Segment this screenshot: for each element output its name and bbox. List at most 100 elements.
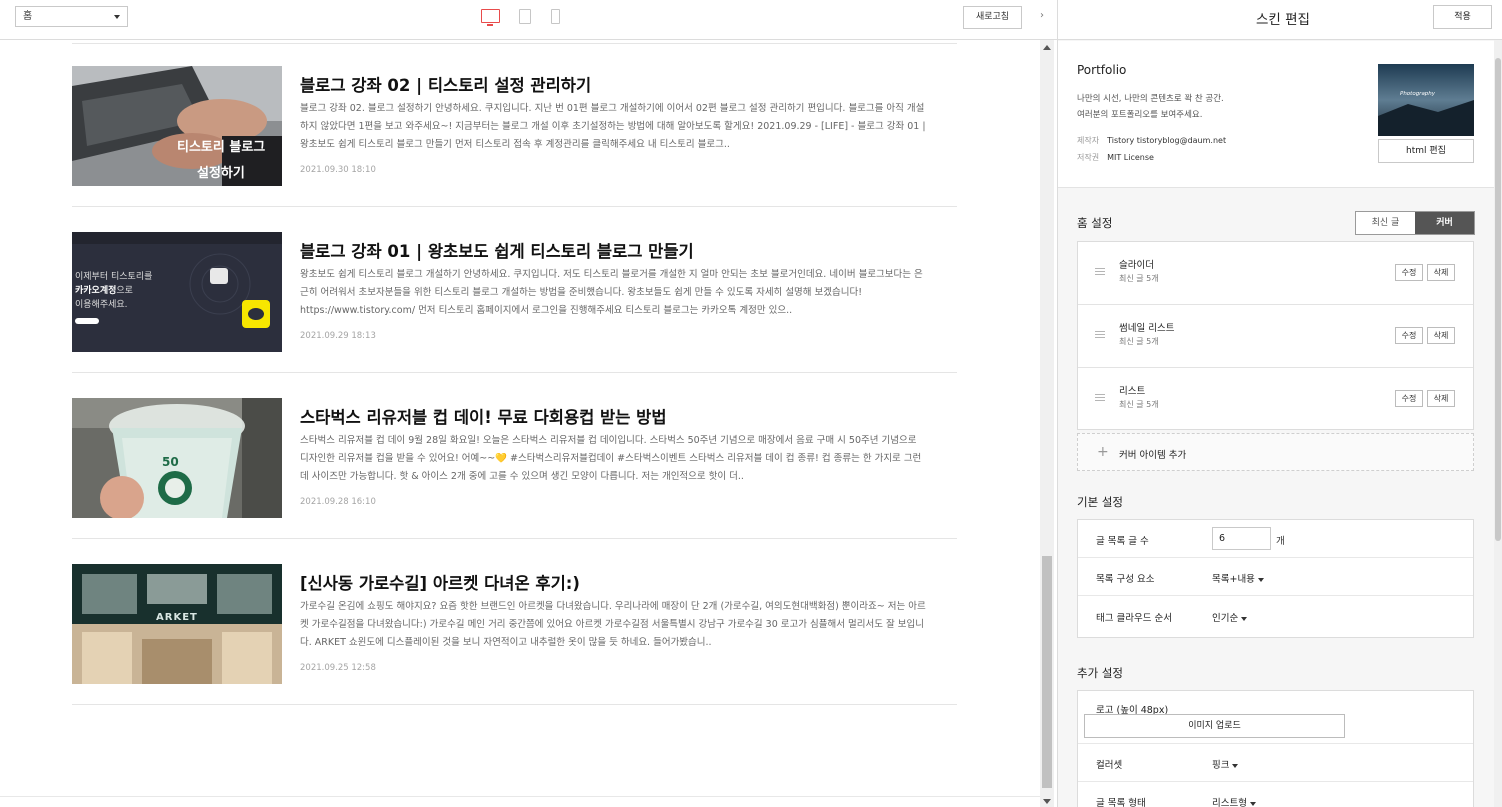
cover-item[interactable]: 리스트 최신 글 5개 수정 삭제	[1078, 368, 1473, 431]
post-thumbnail[interactable]: ARKET	[72, 564, 282, 684]
cover-list: 슬라이더 최신 글 5개 수정 삭제 썸네일 리스트 최신 글 5개 수정 삭제…	[1077, 241, 1474, 430]
basic-settings-box: 글 목록 글 수 6 개 목록 구성 요소 목록+내용 태그 클라우드 순서 인…	[1077, 519, 1474, 638]
post-title[interactable]: 스타벅스 리유저블 컵 데이! 무료 다회용컵 받는 방법	[300, 404, 667, 428]
edit-button[interactable]: 수정	[1395, 264, 1423, 281]
cover-tab[interactable]: 커버	[1415, 212, 1474, 234]
skin-preview-image	[1378, 64, 1474, 136]
cover-item[interactable]: 슬라이더 최신 글 5개 수정 삭제	[1078, 242, 1473, 305]
desktop-view-icon[interactable]	[481, 9, 500, 26]
basic-settings-title: 기본 설정	[1077, 495, 1123, 509]
thumbnail-text: ARKET	[156, 612, 198, 623]
post-thumbnail[interactable]: 티스토리 블로그 설정하기	[72, 66, 282, 186]
list-components-row: 목록 구성 요소 목록+내용	[1078, 558, 1473, 596]
extra-settings-box: 로고 (높이 48px) 이미지 업로드 컬러셋 핑크 글 목록 형태 리스트형	[1077, 690, 1474, 807]
page-select[interactable]: 홈	[15, 6, 128, 27]
tag-cloud-order-value: 인기순	[1212, 613, 1239, 624]
list-type-label: 글 목록 형태	[1096, 798, 1146, 807]
tag-cloud-order-row: 태그 클라우드 순서 인기순	[1078, 596, 1473, 637]
drag-handle-icon[interactable]	[1095, 331, 1105, 338]
panel-scrollbar[interactable]	[1494, 40, 1502, 807]
post-thumbnail[interactable]: 이제부터 티스토리를 카카오계정으로 이용해주세요.	[72, 232, 282, 352]
thumbnail-text-bold: 카카오계정	[75, 286, 117, 296]
scroll-thumb[interactable]	[1042, 556, 1052, 788]
colorset-value: 핑크	[1212, 760, 1230, 771]
post-count-unit: 개	[1276, 536, 1285, 547]
delete-button[interactable]: 삭제	[1427, 264, 1455, 281]
post-excerpt: 스타벅스 리유저블 컵 데이 9월 28일 화요일! 오늘은 스타벅스 리유저블…	[300, 435, 922, 482]
list-components-value: 목록+내용	[1212, 574, 1255, 585]
post-title[interactable]: 블로그 강좌 01 | 왕초보도 쉽게 티스토리 블로그 만들기	[300, 238, 694, 262]
page-select-value: 홈	[23, 11, 33, 22]
scroll-up-icon[interactable]	[1043, 45, 1051, 50]
panel-toggle-icon[interactable]: ›	[1040, 10, 1044, 21]
thumbnail-text: 티스토리 블로그	[177, 140, 266, 155]
tablet-view-icon[interactable]	[519, 9, 531, 24]
post-excerpt: 가로수길 온김에 쇼핑도 해야지요? 요즘 핫한 브랜드인 아르켓을 다녀왔습니…	[300, 601, 926, 648]
horizontal-scrollbar[interactable]	[0, 796, 1040, 807]
cover-sub: 최신 글 5개	[1119, 400, 1159, 409]
home-settings-title: 홈 설정	[1077, 216, 1113, 230]
thumbnail-text: 이제부터 티스토리를	[75, 272, 153, 282]
chevron-down-icon	[1257, 577, 1264, 582]
mobile-view-icon[interactable]	[551, 9, 560, 24]
cover-name: 썸네일 리스트	[1119, 323, 1175, 334]
chevron-down-icon	[1249, 801, 1256, 806]
home-mode-toggle: 최신 글 커버	[1355, 211, 1475, 235]
post-item[interactable]: 50 스타벅스 리유저블 컵 데이! 무료 다회용컵 받는 방법 스타벅스 리유…	[72, 373, 957, 539]
drag-handle-icon[interactable]	[1095, 394, 1105, 401]
skin-desc-line: 나만의 시선, 나만의 콘텐츠로 꽉 찬 공간.	[1077, 94, 1224, 104]
post-item[interactable]: 티스토리 블로그 설정하기 블로그 강좌 02 | 티스토리 설정 관리하기 블…	[72, 41, 957, 207]
colorset-label: 컬러셋	[1096, 760, 1123, 771]
skin-name: Portfolio	[1077, 63, 1127, 77]
html-edit-button[interactable]: html 편집	[1378, 139, 1474, 163]
skin-desc-line: 여러분의 포트폴리오를 보여주세요.	[1077, 110, 1203, 120]
add-cover-item-button[interactable]: + 커버 아이템 추가	[1077, 433, 1474, 471]
image-upload-button[interactable]: 이미지 업로드	[1084, 714, 1345, 738]
latest-posts-tab[interactable]: 최신 글	[1356, 212, 1415, 234]
plus-icon: +	[1097, 444, 1109, 460]
edit-button[interactable]: 수정	[1395, 327, 1423, 344]
cover-sub: 최신 글 5개	[1119, 337, 1159, 346]
chevron-down-icon	[1241, 616, 1248, 621]
arket-store-image	[72, 564, 282, 684]
skin-info: Portfolio 나만의 시선, 나만의 콘텐츠로 꽉 찬 공간. 여러분의 …	[1058, 41, 1494, 188]
delete-button[interactable]: 삭제	[1427, 327, 1455, 344]
logo-row: 로고 (높이 48px) 이미지 업로드	[1078, 691, 1473, 744]
post-count-row: 글 목록 글 수 6 개	[1078, 520, 1473, 558]
extra-settings-title: 추가 설정	[1077, 666, 1123, 680]
list-type-select[interactable]: 리스트형	[1212, 795, 1256, 807]
post-title[interactable]: 블로그 강좌 02 | 티스토리 설정 관리하기	[300, 72, 591, 96]
skin-description: 나만의 시선, 나만의 콘텐츠로 꽉 찬 공간. 여러분의 포트폴리오를 보여주…	[1077, 91, 1337, 123]
post-excerpt: 블로그 강좌 02. 블로그 설정하기 안녕하세요. 쿠지입니다. 지난 번 0…	[300, 103, 926, 150]
cover-item[interactable]: 썸네일 리스트 최신 글 5개 수정 삭제	[1078, 305, 1473, 368]
skin-license: 저작권 MIT License	[1077, 152, 1154, 163]
edit-button[interactable]: 수정	[1395, 390, 1423, 407]
post-item[interactable]: ARKET [신사동 가로수길] 아르켓 다녀온 후기:) 가로수길 온김에 쇼…	[72, 539, 957, 705]
tag-cloud-order-select[interactable]: 인기순	[1212, 610, 1248, 624]
refresh-button[interactable]: 새로고침	[963, 6, 1022, 29]
thumbnail-text: 으로	[116, 286, 133, 296]
license-label: 저작권	[1077, 153, 1100, 162]
panel-scroll-thumb[interactable]	[1495, 58, 1501, 541]
list-components-label: 목록 구성 요소	[1096, 574, 1155, 585]
maker-value: Tistory tistoryblog@daum.net	[1107, 136, 1227, 145]
colorset-select[interactable]: 핑크	[1212, 757, 1239, 771]
apply-button[interactable]: 적용	[1433, 5, 1492, 29]
license-value: MIT License	[1107, 153, 1154, 162]
list-type-value: 리스트형	[1212, 798, 1247, 807]
list-components-select[interactable]: 목록+내용	[1212, 571, 1264, 585]
list-type-row: 글 목록 형태 리스트형	[1078, 782, 1473, 807]
post-count-input[interactable]: 6	[1212, 527, 1271, 550]
post-title[interactable]: [신사동 가로수길] 아르켓 다녀온 후기:)	[300, 570, 580, 594]
delete-button[interactable]: 삭제	[1427, 390, 1455, 407]
thumbnail-text-line: 카카오계정으로	[75, 283, 133, 296]
scroll-down-icon[interactable]	[1043, 799, 1051, 804]
maker-label: 제작자	[1077, 136, 1100, 145]
thumbnail-text: 설정하기	[197, 166, 245, 181]
post-count-label: 글 목록 글 수	[1096, 536, 1149, 547]
post-item[interactable]: 이제부터 티스토리를 카카오계정으로 이용해주세요. 블로그 강좌 01 | 왕…	[72, 207, 957, 373]
preview-scrollbar[interactable]	[1040, 40, 1054, 807]
tag-cloud-order-label: 태그 클라우드 순서	[1096, 613, 1172, 624]
drag-handle-icon[interactable]	[1095, 268, 1105, 275]
post-thumbnail[interactable]: 50	[72, 398, 282, 518]
